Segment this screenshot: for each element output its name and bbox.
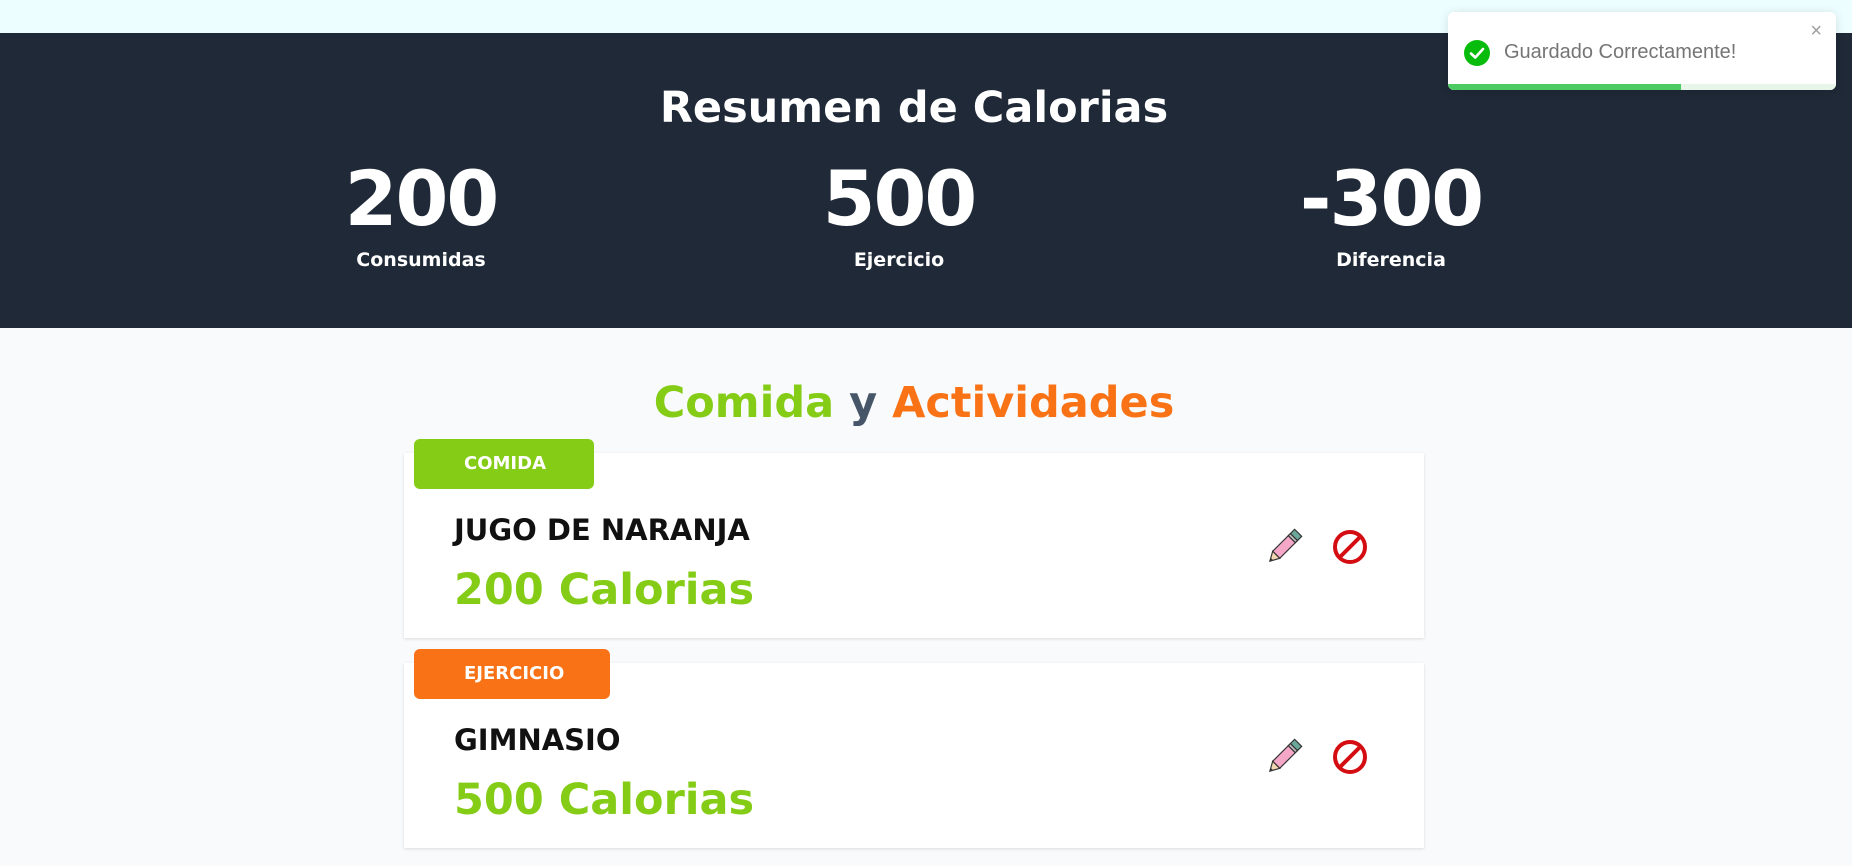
edit-button[interactable]	[1260, 733, 1308, 781]
edit-button[interactable]	[1260, 523, 1308, 571]
success-toast: Guardado Correctamente! ×	[1448, 12, 1836, 90]
activity-calories: 200 Calorias	[454, 565, 755, 615]
check-circle-icon	[1464, 40, 1490, 66]
category-badge-ejercicio: Ejercicio	[414, 649, 610, 699]
stat-ejercicio: 500 Ejercicio	[749, 157, 1049, 271]
no-entry-icon	[1333, 530, 1367, 564]
pencil-icon	[1268, 528, 1303, 563]
stat-diferencia: -300 Diferencia	[1241, 157, 1541, 271]
section-title-connector: y	[849, 378, 878, 428]
stat-label: Consumidas	[356, 248, 486, 271]
stat-value: 200	[344, 154, 500, 243]
delete-button[interactable]	[1330, 737, 1370, 777]
section-title-food: Comida	[653, 378, 835, 428]
stat-consumidas: 200 Consumidas	[271, 157, 571, 271]
activity-calories: 500 Calorias	[454, 775, 755, 825]
toast-progress-track	[1448, 84, 1836, 90]
activity-name: Gimnasio	[454, 723, 621, 757]
section-title-activities: Actividades	[892, 378, 1175, 428]
stat-label: Diferencia	[1336, 248, 1446, 271]
activity-card: Ejercicio Gimnasio 500 Calorias	[404, 649, 1424, 848]
section-title: Comida y Actividades	[0, 378, 1828, 430]
close-icon[interactable]: ×	[1810, 20, 1822, 43]
stat-label: Ejercicio	[853, 248, 945, 271]
pencil-icon	[1268, 738, 1303, 773]
category-badge-comida: Comida	[414, 439, 594, 489]
activity-card: Comida Jugo de Naranja 200 Calorias	[404, 439, 1424, 638]
activity-name: Jugo de Naranja	[454, 513, 750, 547]
no-entry-icon	[1333, 740, 1367, 774]
stat-value: 500	[822, 154, 978, 243]
delete-button[interactable]	[1330, 527, 1370, 567]
stat-value: -300	[1299, 154, 1484, 243]
toast-message: Guardado Correctamente!	[1504, 41, 1737, 63]
toast-progress-bar	[1448, 84, 1681, 90]
summary-title: Resumen de Calorias	[659, 83, 1169, 133]
